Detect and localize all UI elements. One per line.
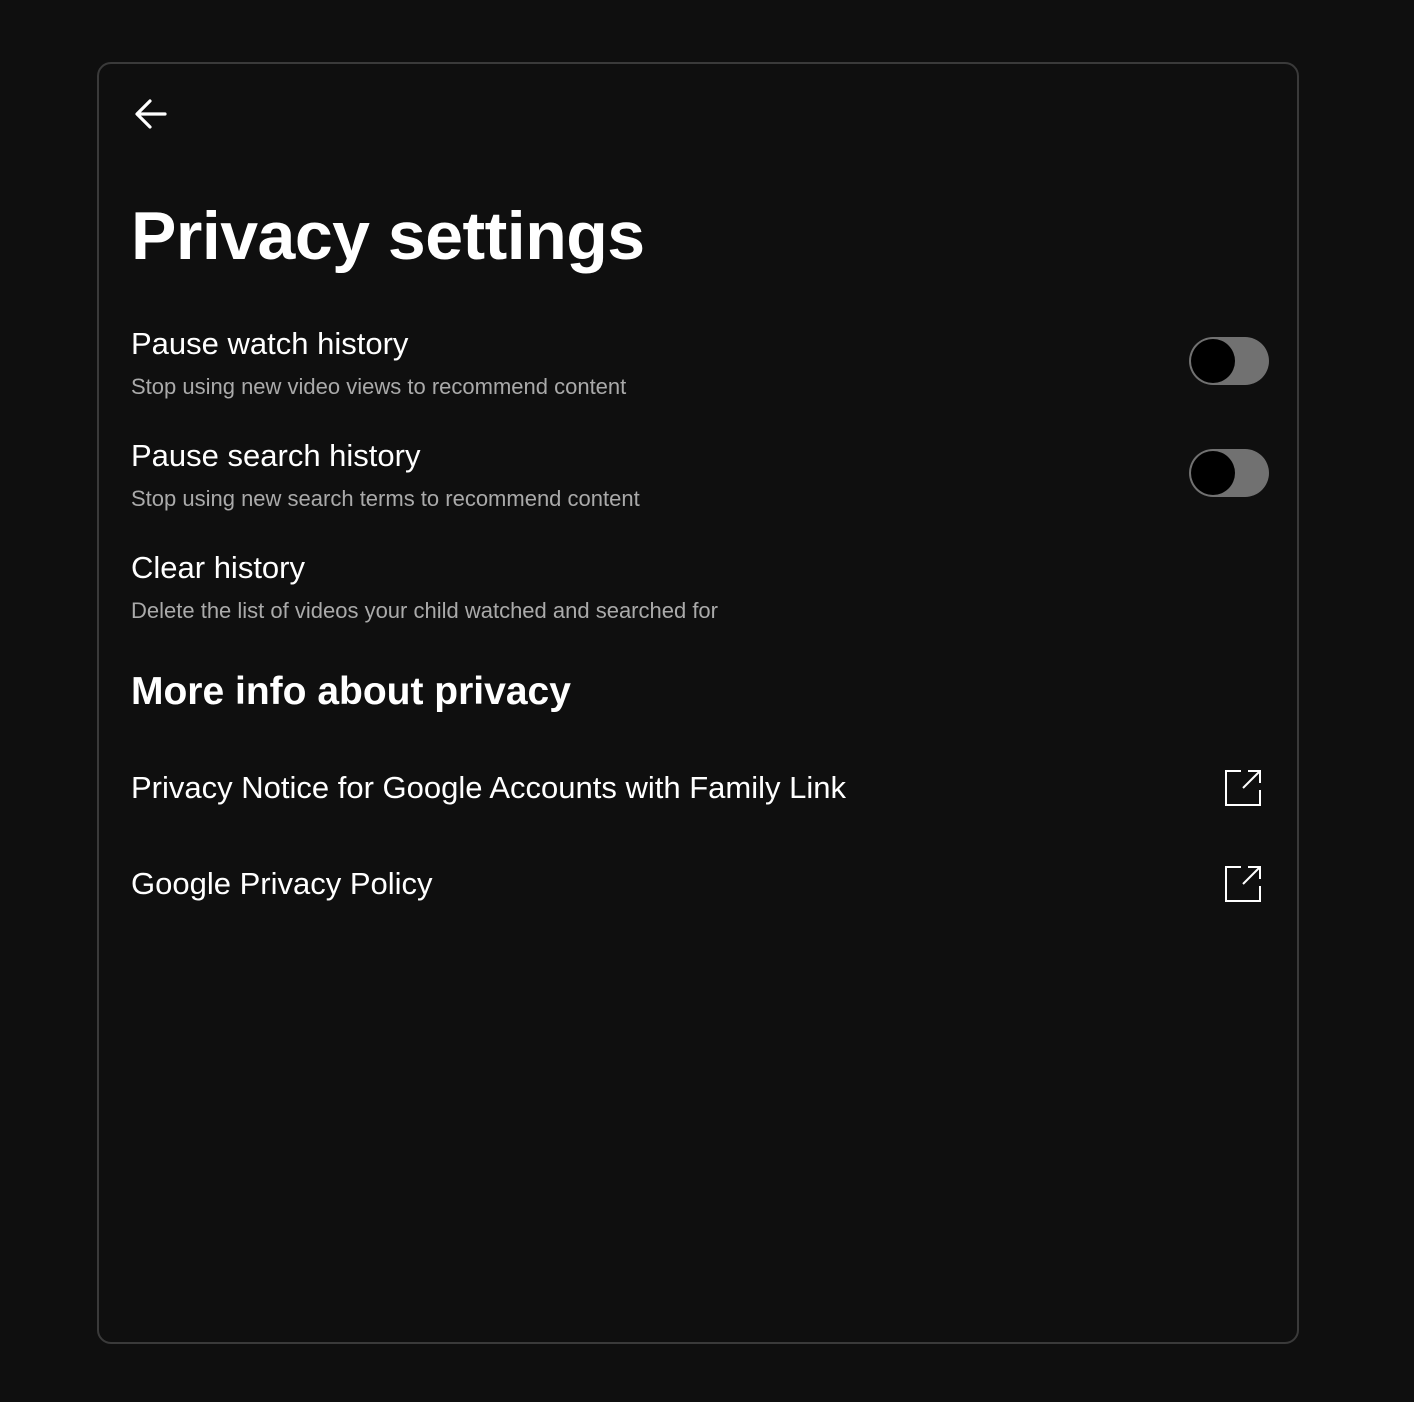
setting-description: Stop using new search terms to recommend…: [131, 486, 640, 511]
setting-title: Clear history: [131, 550, 305, 585]
pause-watch-history-toggle[interactable]: [1189, 337, 1269, 385]
external-link-icon: [1225, 770, 1261, 806]
setting-description: Delete the list of videos your child wat…: [131, 598, 718, 623]
pause-search-history-toggle[interactable]: [1189, 449, 1269, 497]
link-google-privacy-policy[interactable]: Google Privacy Policy: [131, 854, 1271, 914]
setting-pause-search-history[interactable]: Pause search history Stop using new sear…: [131, 438, 1269, 532]
link-label: Privacy Notice for Google Accounts with …: [131, 770, 846, 805]
link-privacy-notice-family-link[interactable]: Privacy Notice for Google Accounts with …: [131, 758, 1271, 818]
setting-description: Stop using new video views to recommend …: [131, 374, 627, 399]
link-label: Google Privacy Policy: [131, 866, 433, 901]
page-title: Privacy settings: [131, 198, 645, 274]
setting-clear-history[interactable]: Clear history Delete the list of videos …: [131, 550, 1269, 644]
external-link-icon: [1225, 866, 1261, 902]
back-button[interactable]: [129, 92, 173, 136]
toggle-knob: [1191, 451, 1235, 495]
setting-pause-watch-history[interactable]: Pause watch history Stop using new video…: [131, 326, 1269, 420]
section-title: More info about privacy: [131, 670, 571, 713]
toggle-knob: [1191, 339, 1235, 383]
arrow-left-icon: [135, 99, 167, 129]
privacy-settings-panel: Privacy settings Pause watch history Sto…: [97, 62, 1299, 1344]
setting-title: Pause watch history: [131, 326, 409, 361]
setting-title: Pause search history: [131, 438, 421, 473]
